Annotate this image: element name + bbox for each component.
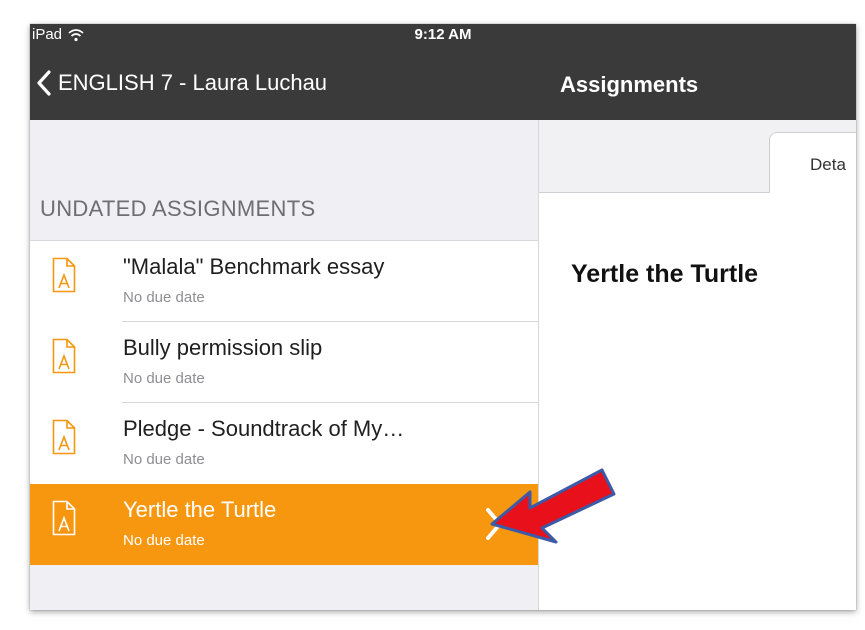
assignment-item-malala[interactable]: "Malala" Benchmark essay No due date xyxy=(30,241,538,322)
navigation-bar: ENGLISH 7 - Laura Luchau Assignments xyxy=(30,46,856,120)
assignment-item-bully-permission-slip[interactable]: Bully permission slip No due date xyxy=(30,322,538,403)
assignment-document-icon xyxy=(52,419,76,455)
assignment-due-date: No due date xyxy=(123,451,205,468)
page-title: Assignments xyxy=(560,72,699,97)
tab-details[interactable]: Deta xyxy=(769,132,856,193)
assignment-document-icon xyxy=(52,500,76,536)
status-time: 9:12 AM xyxy=(414,26,472,43)
assignment-title: Bully permission slip xyxy=(123,335,323,360)
assignment-due-date: No due date xyxy=(123,289,205,306)
back-button-label: ENGLISH 7 - Laura Luchau xyxy=(58,70,328,95)
assignment-title: "Malala" Benchmark essay xyxy=(123,254,385,279)
assignment-item-yertle-the-turtle[interactable]: Yertle the Turtle No due date xyxy=(30,484,538,565)
detail-title: Yertle the Turtle xyxy=(571,260,759,288)
red-arrow-annotation xyxy=(490,468,616,544)
assignment-document-icon xyxy=(52,257,76,293)
tab-details-label: Deta xyxy=(810,155,846,174)
section-header: UNDATED ASSIGNMENTS xyxy=(40,196,316,221)
assignment-due-date: No due date xyxy=(123,370,205,387)
assignment-list-panel: UNDATED ASSIGNMENTS "Malala" Benchmark e… xyxy=(30,120,539,610)
assignment-due-date: No due date xyxy=(123,532,205,549)
assignment-list: "Malala" Benchmark essay No due date Bul… xyxy=(30,240,538,565)
status-bar: iPad 9:12 AM xyxy=(30,24,856,46)
assignment-title: Yertle the Turtle xyxy=(123,497,277,522)
assignment-title: Pledge - Soundtrack of My… xyxy=(123,416,405,441)
detail-tab-strip: Deta xyxy=(539,120,856,193)
chevron-left-icon xyxy=(37,70,51,96)
assignment-document-icon xyxy=(52,338,76,374)
back-button[interactable]: ENGLISH 7 - Laura Luchau xyxy=(36,70,327,96)
assignment-item-pledge-soundtrack[interactable]: Pledge - Soundtrack of My… No due date xyxy=(30,403,538,484)
screenshot-frame: iPad 9:12 AM ENGLISH 7 - Laura Luchau As… xyxy=(0,0,865,630)
ipad-screen: iPad 9:12 AM ENGLISH 7 - Laura Luchau As… xyxy=(30,24,856,610)
